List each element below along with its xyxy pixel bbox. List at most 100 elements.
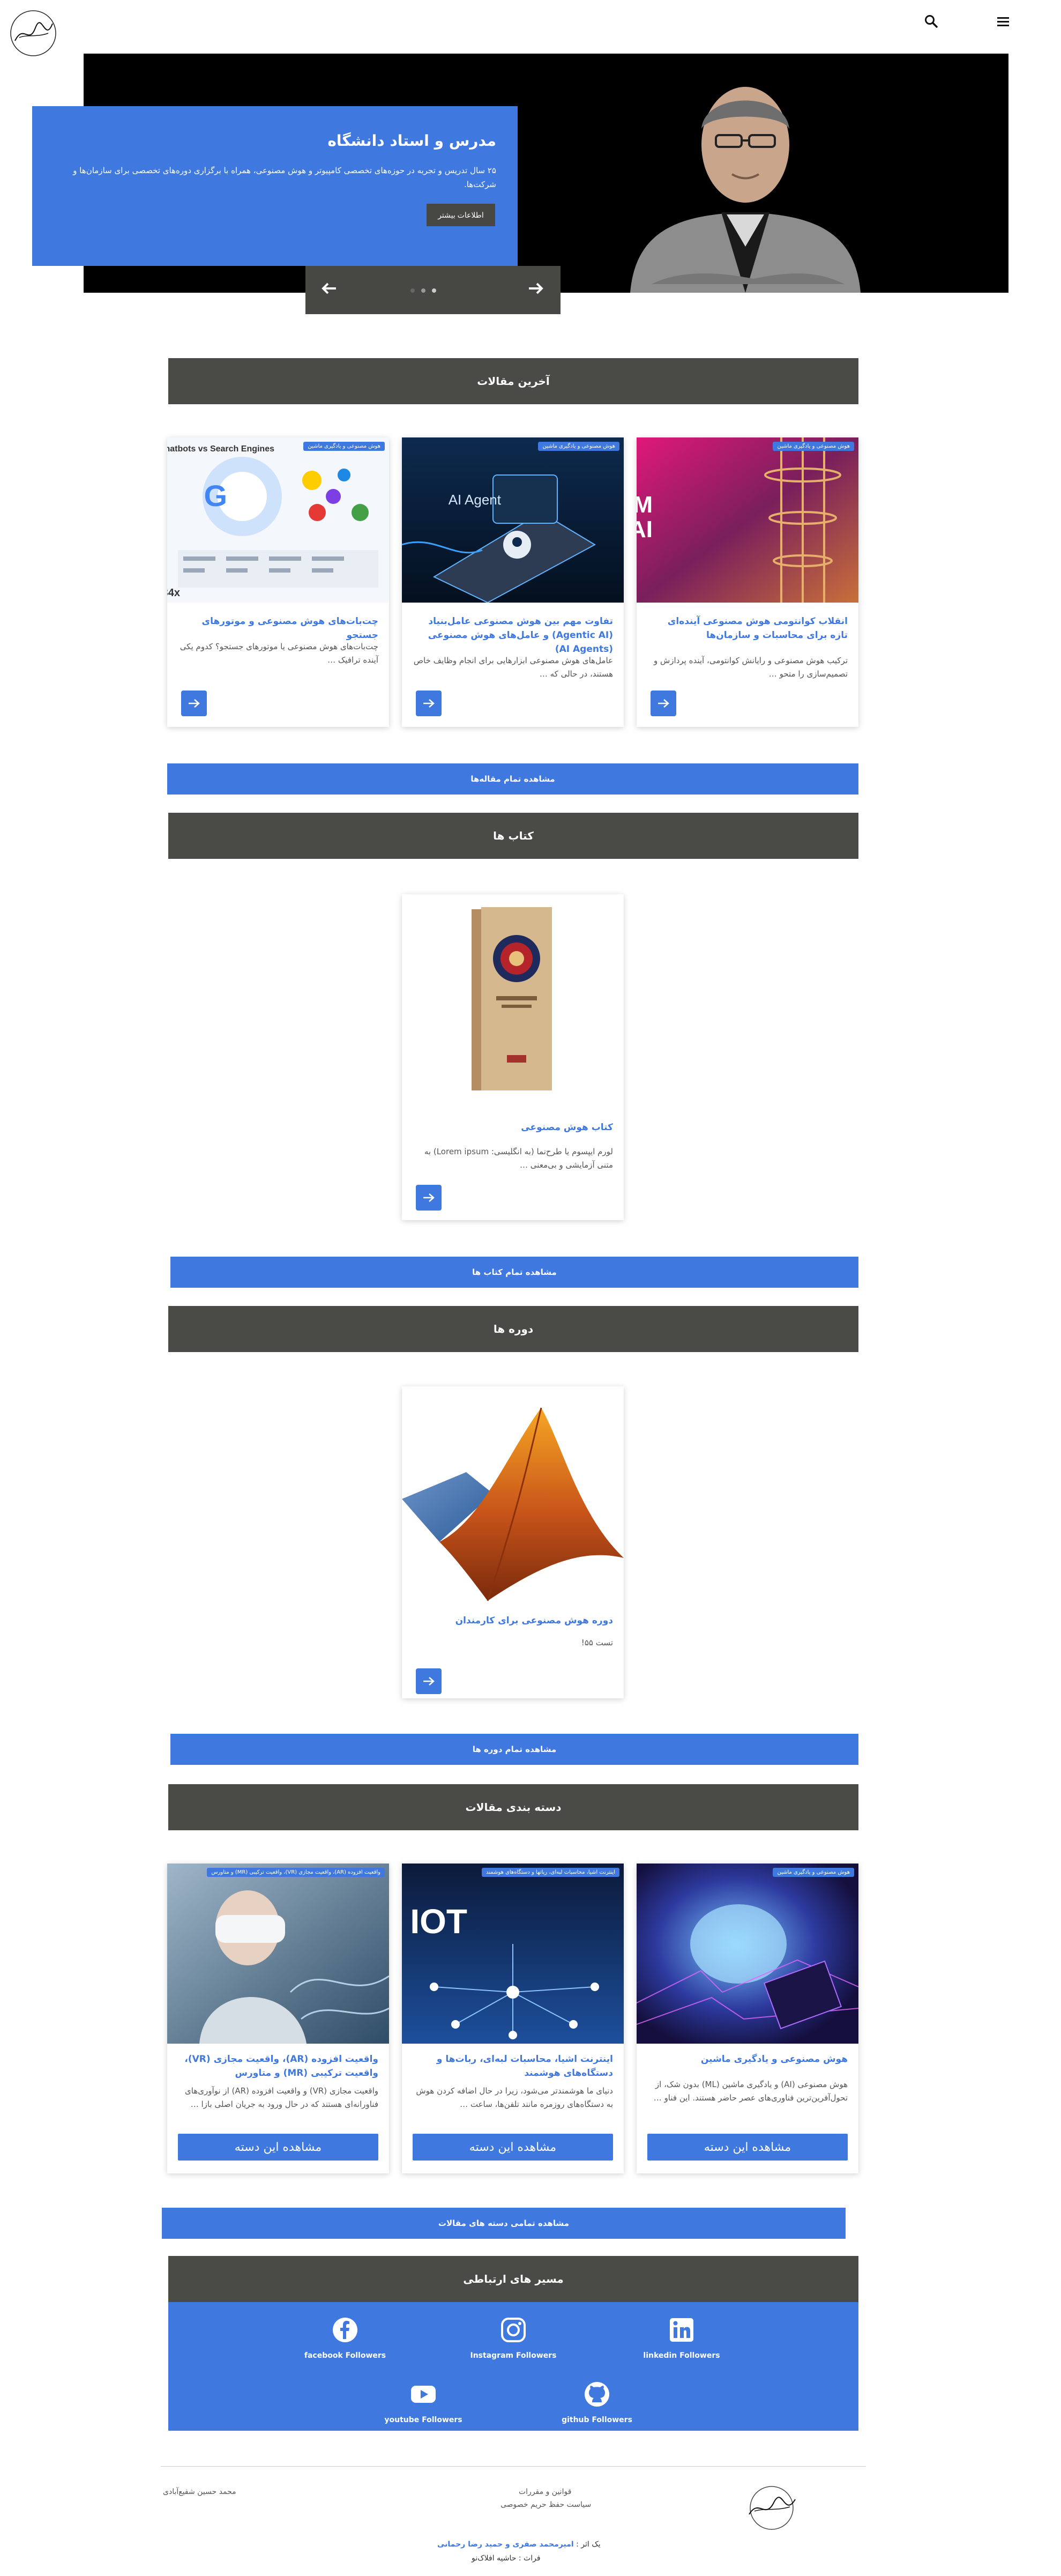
github-icon <box>583 2380 611 2408</box>
social-link-youtube[interactable]: youtube Followers <box>375 2380 472 2424</box>
linkedin-icon <box>668 2316 696 2344</box>
article-title[interactable]: تفاوت مهم بین هوش مصنوعی عامل‌بنیاد (Age… <box>413 614 613 656</box>
category-image: IOT <box>402 1864 624 2044</box>
social-label: Instagram Followers <box>470 2351 557 2360</box>
article-excerpt: عامل‌های هوش مصنوعی ابزارهایی برای انجام… <box>413 656 613 679</box>
hamburger-menu-icon[interactable] <box>993 12 1013 31</box>
arrow-right-icon[interactable] <box>181 691 207 716</box>
book-excerpt: لورم ایپسوم یا طرح‌نما (به انگلیسی: Lore… <box>424 1147 613 1170</box>
view-category-button[interactable]: مشاهده این دسته <box>647 2134 848 2161</box>
view-all-courses-button[interactable]: مشاهده تمام دوره ها <box>170 1734 858 1765</box>
book-cover-image <box>402 894 624 1109</box>
article-title[interactable]: انقلاب کوانتومی هوش مصنوعی آینده‌ای تازه… <box>647 614 848 642</box>
course-image <box>402 1386 624 1606</box>
article-card[interactable]: Chatbots vs Search Engines G 34x هوش مصن… <box>167 437 389 727</box>
category-badge: اینترنت اشیا، محاسبات لبه‌ای، رباتها و د… <box>482 1868 619 1877</box>
svg-text:QUANTUM: QUANTUM <box>637 492 653 518</box>
category-title[interactable]: واقعیت افزوده (AR)، واقعیت مجازی (VR)، و… <box>178 2052 378 2080</box>
category-badge: هوش مصنوعی و یادگیری ماشین <box>773 1868 854 1877</box>
svg-text:G: G <box>204 479 227 513</box>
arrow-right-icon[interactable] <box>525 278 547 299</box>
category-title[interactable]: اینترنت اشیا، محاسبات لبه‌ای، ربات‌ها و … <box>413 2052 613 2080</box>
course-title[interactable]: دوره هوش مصنوعی برای کارمندان <box>413 1614 613 1628</box>
book-card[interactable]: کتاب هوش مصنوعی لورم ایپسوم یا طرح‌نما (… <box>402 894 624 1220</box>
page: مدرس و استاد دانشگاه ۲۵ سال تدریس و تجرب… <box>0 0 1061 2576</box>
hero-more-info-button[interactable]: اطلاعات بیشتر <box>427 204 495 226</box>
category-excerpt: دنیای ما هوشمندتر می‌شود، زیرا در حال اض… <box>416 2086 613 2109</box>
category-title[interactable]: هوش مصنوعی و یادگیری ماشین <box>647 2052 848 2066</box>
category-badge: هوش مصنوعی و یادگیری ماشین <box>773 442 854 451</box>
credit-prefix: یک اثر : <box>576 2540 601 2549</box>
article-excerpt: چت‌بات‌های هوش مصنوعی یا موتورهای جستجو؟… <box>180 642 378 665</box>
arrow-right-icon[interactable] <box>416 1185 442 1211</box>
category-excerpt: هوش مصنوعی (AI) و یادگیری ماشین (ML) بدو… <box>653 2080 848 2103</box>
partner-name[interactable]: حاشیه افلاک‌نو <box>472 2554 516 2563</box>
category-image <box>637 1864 858 2044</box>
book-title[interactable]: کتاب هوش مصنوعی <box>413 1120 613 1134</box>
article-card[interactable]: AI Agent هوش مصنوعی و یادگیری ماشین تفاو… <box>402 437 624 727</box>
svg-text:IOT: IOT <box>410 1902 467 1941</box>
hero-slider-controls <box>305 266 561 314</box>
view-all-articles-button[interactable]: مشاهده تمام مقاله‌ها <box>167 763 858 795</box>
view-all-categories-button[interactable]: مشاهده تمامی دسته های مقالات <box>162 2208 846 2239</box>
footer-signature-logo <box>749 2486 796 2530</box>
social-link-github[interactable]: github Followers <box>549 2380 645 2424</box>
hero-description: ۲۵ سال تدریس و تجربه در حوزه‌های تخصصی ک… <box>73 166 496 189</box>
social-label: youtube Followers <box>384 2416 462 2424</box>
hero-portrait-image <box>619 54 871 293</box>
slider-dot-2[interactable] <box>421 288 425 293</box>
facebook-icon <box>331 2316 359 2344</box>
course-excerpt: تست ۵۵! <box>581 1638 613 1647</box>
social-label: linkedin Followers <box>643 2351 720 2360</box>
credit-names-link[interactable]: امیرمحمد صفری و حمید رضا رحمانی <box>437 2540 574 2549</box>
instagram-icon <box>499 2316 527 2344</box>
article-title[interactable]: چت‌بات‌های هوش مصنوعی و موتورهای جستجو <box>178 614 378 642</box>
social-link-instagram[interactable]: Instagram Followers <box>465 2316 562 2360</box>
course-card[interactable]: دوره هوش مصنوعی برای کارمندان تست ۵۵! <box>402 1386 624 1698</box>
partner-prefix: فراث : <box>518 2554 541 2563</box>
arrow-right-icon[interactable] <box>651 691 676 716</box>
footer-owner-name: محمد حسین شفیع‌آبادی <box>163 2488 236 2496</box>
article-excerpt: ترکیب هوش مصنوعی و رایانش کوانتومی، آیند… <box>653 656 848 679</box>
slider-dot-3[interactable] <box>432 288 436 293</box>
books-heading: کتاب ها <box>168 813 858 859</box>
svg-text:34x: 34x <box>167 587 180 599</box>
social-link-facebook[interactable]: facebook Followers <box>297 2316 393 2360</box>
categories-heading: دسته بندی مقالات <box>168 1784 858 1830</box>
signature-logo[interactable] <box>8 8 59 59</box>
footer-link-privacy[interactable]: سیاست حفظ حریم خصوصی <box>500 2500 591 2509</box>
contacts-heading: مسیر های ارتباطی <box>168 2256 858 2302</box>
article-image: Chatbots vs Search Engines G 34x <box>167 437 389 603</box>
search-icon[interactable] <box>922 12 941 31</box>
footer-link-terms[interactable]: قوانین و مقررات <box>519 2488 571 2496</box>
social-label: facebook Followers <box>304 2351 386 2360</box>
arrow-right-icon[interactable] <box>416 691 442 716</box>
arrow-right-icon[interactable] <box>416 1668 442 1694</box>
social-link-linkedin[interactable]: linkedin Followers <box>633 2316 730 2360</box>
category-excerpt: واقعیت مجازی (VR) و واقعیت افزوده (AR) ا… <box>185 2086 378 2109</box>
contacts-panel: facebook Followers Instagram Followers l… <box>168 2302 858 2431</box>
category-image <box>167 1864 389 2044</box>
view-all-books-button[interactable]: مشاهده تمام کتاب ها <box>170 1257 858 1288</box>
view-category-button[interactable]: مشاهده این دسته <box>413 2134 613 2161</box>
article-card[interactable]: QUANTUM AI هوش مصنوعی و یادگیری ماشین ان… <box>637 437 858 727</box>
category-badge: هوش مصنوعی و یادگیری ماشین <box>538 442 619 451</box>
slider-dot-1[interactable] <box>410 288 415 293</box>
svg-text:AI: AI <box>637 516 653 543</box>
hero-text-card: مدرس و استاد دانشگاه ۲۵ سال تدریس و تجرب… <box>32 106 518 266</box>
category-badge: هوش مصنوعی و یادگیری ماشین <box>303 442 385 451</box>
courses-heading: دوره ها <box>168 1306 858 1352</box>
footer-partner: فراث : حاشیه افلاک‌نو <box>472 2554 541 2563</box>
svg-text:Chatbots vs Search Engines: Chatbots vs Search Engines <box>167 444 274 454</box>
footer-divider <box>161 2466 866 2467</box>
latest-articles-heading: آخرین مقالات <box>168 358 858 404</box>
social-label: github Followers <box>562 2416 632 2424</box>
footer-credit: یک اثر : امیرمحمد صفری و حمید رضا رحمانی <box>437 2540 601 2549</box>
article-image: QUANTUM AI <box>637 437 858 603</box>
category-card[interactable]: IOT اینترنت اشیا، محاسبات لبه‌ای، رباتها… <box>402 1864 624 2173</box>
arrow-left-icon[interactable] <box>318 278 340 299</box>
category-card[interactable]: واقعیت افزوده (AR)، واقعیت مجازی (VR)، و… <box>167 1864 389 2173</box>
view-category-button[interactable]: مشاهده این دسته <box>178 2134 378 2161</box>
category-card[interactable]: هوش مصنوعی و یادگیری ماشین هوش مصنوعی و … <box>637 1864 858 2173</box>
category-badge: واقعیت افزوده (AR)، واقعیت مجازی (VR)، و… <box>207 1868 385 1877</box>
